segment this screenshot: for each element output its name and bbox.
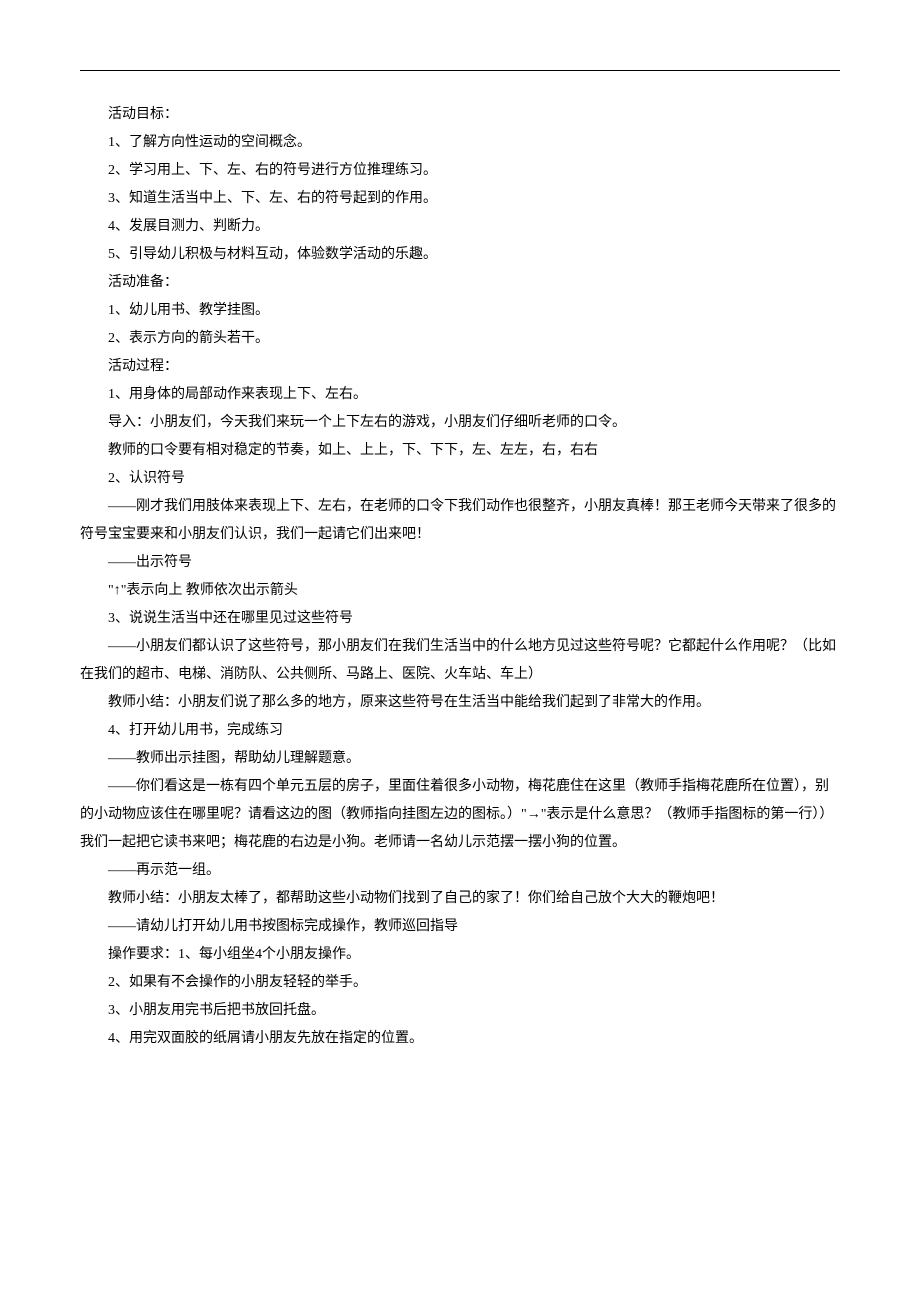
text-line: 4、发展目测力、判断力。 [80, 213, 840, 241]
text-line: 1、幼儿用书、教学挂图。 [80, 297, 840, 325]
text-line: 2、如果有不会操作的小朋友轻轻的举手。 [80, 969, 840, 997]
header-divider [80, 70, 840, 71]
text-line: ——再示范一组。 [80, 857, 840, 885]
text-line: 3、说说生活当中还在哪里见过这些符号 [80, 605, 840, 633]
text-line: ——教师出示挂图，帮助幼儿理解题意。 [80, 745, 840, 773]
document-page: 活动目标：1、了解方向性运动的空间概念。2、学习用上、下、左、右的符号进行方位推… [0, 0, 920, 1113]
text-line: 3、知道生活当中上、下、左、右的符号起到的作用。 [80, 185, 840, 213]
text-line: "↑"表示向上 教师依次出示箭头 [80, 577, 840, 605]
text-line: 导入：小朋友们，今天我们来玩一个上下左右的游戏，小朋友们仔细听老师的口令。 [80, 409, 840, 437]
text-line: ——请幼儿打开幼儿用书按图标完成操作，教师巡回指导 [80, 913, 840, 941]
text-line: 4、打开幼儿用书，完成练习 [80, 717, 840, 745]
text-line: 4、用完双面胶的纸屑请小朋友先放在指定的位置。 [80, 1025, 840, 1053]
text-line: 3、小朋友用完书后把书放回托盘。 [80, 997, 840, 1025]
text-line: 2、表示方向的箭头若干。 [80, 325, 840, 353]
text-line: ——你们看这是一栋有四个单元五层的房子，里面住着很多小动物，梅花鹿住在这里（教师… [80, 773, 840, 857]
text-line: 2、认识符号 [80, 465, 840, 493]
text-line: 教师小结：小朋友太棒了，都帮助这些小动物们找到了自己的家了！你们给自己放个大大的… [80, 885, 840, 913]
text-line: 1、用身体的局部动作来表现上下、左右。 [80, 381, 840, 409]
text-line: 2、学习用上、下、左、右的符号进行方位推理练习。 [80, 157, 840, 185]
text-line: 活动过程： [80, 353, 840, 381]
text-line: 活动准备： [80, 269, 840, 297]
text-line: 1、了解方向性运动的空间概念。 [80, 129, 840, 157]
text-line: ——出示符号 [80, 549, 840, 577]
text-line: 活动目标： [80, 101, 840, 129]
text-line: 教师小结：小朋友们说了那么多的地方，原来这些符号在生活当中能给我们起到了非常大的… [80, 689, 840, 717]
document-content: 活动目标：1、了解方向性运动的空间概念。2、学习用上、下、左、右的符号进行方位推… [80, 101, 840, 1053]
text-line: 操作要求：1、每小组坐4个小朋友操作。 [80, 941, 840, 969]
text-line: 教师的口令要有相对稳定的节奏，如上、上上，下、下下，左、左左，右，右右 [80, 437, 840, 465]
text-line: 5、引导幼儿积极与材料互动，体验数学活动的乐趣。 [80, 241, 840, 269]
text-line: ——小朋友们都认识了这些符号，那小朋友们在我们生活当中的什么地方见过这些符号呢？… [80, 633, 840, 689]
text-line: ——刚才我们用肢体来表现上下、左右，在老师的口令下我们动作也很整齐，小朋友真棒！… [80, 493, 840, 549]
